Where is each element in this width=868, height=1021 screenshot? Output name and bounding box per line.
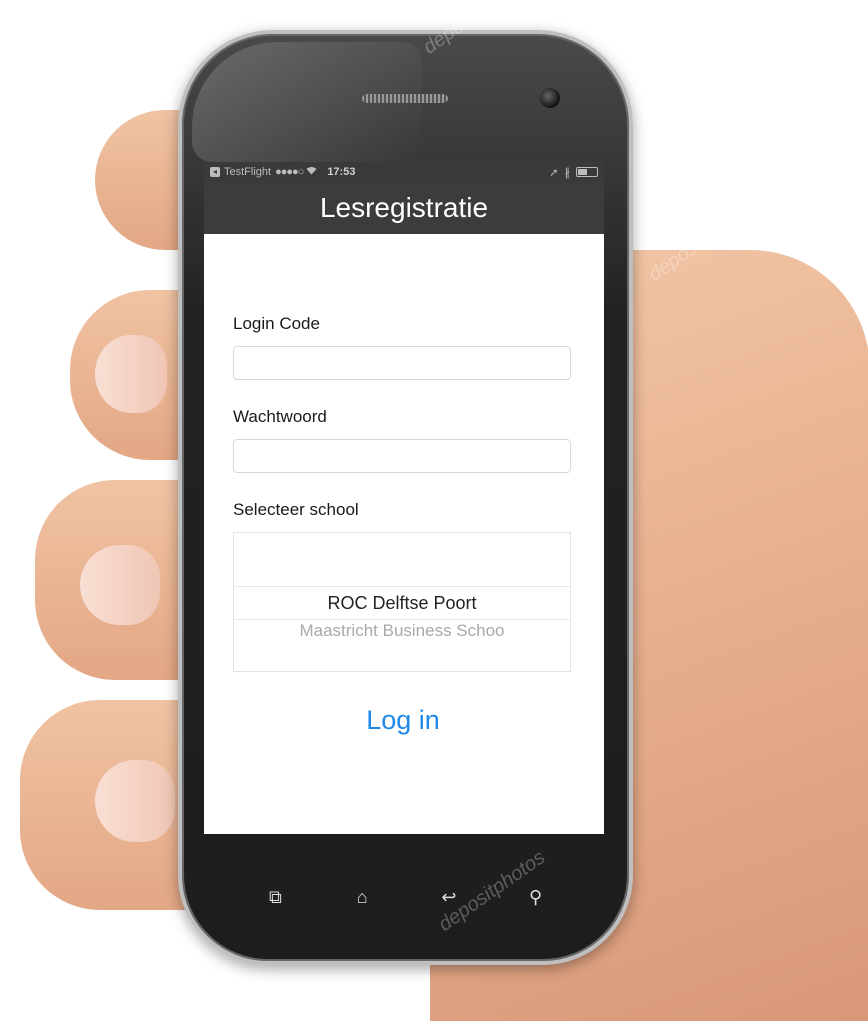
recent-apps-icon[interactable]: ⧉ [260,887,290,908]
signal-icon: ●●●●○ [275,166,304,178]
back-icon[interactable]: ↩ [434,887,464,908]
status-app-name: TestFlight [224,166,272,178]
nav-bar: Lesregistratie [204,182,604,234]
location-icon: ➚ [549,166,559,179]
app-screen: ◂ TestFlight ●●●●○ 17:53 ➚ ∦ Lesregistra… [204,162,604,834]
phone-device: ◂ TestFlight ●●●●○ 17:53 ➚ ∦ Lesregistra… [178,30,633,965]
status-bar: ◂ TestFlight ●●●●○ 17:53 ➚ ∦ [204,162,604,182]
wifi-icon [306,166,317,178]
search-icon[interactable]: ⚲ [521,887,551,908]
login-form: Login Code Wachtwoord Selecteer school R… [204,234,604,737]
school-picker-option[interactable]: Maastricht Business Schoo [234,619,570,643]
front-camera [540,88,560,108]
status-time: 17:53 [327,166,356,178]
school-picker[interactable]: ROC Delftse Poort Maastricht Business Sc… [233,532,571,672]
fingernail [80,545,160,625]
bluetooth-icon: ∦ [564,166,571,179]
password-input[interactable] [233,439,571,473]
battery-icon [576,167,598,177]
school-picker-selected[interactable]: ROC Delftse Poort [234,586,570,620]
login-code-input[interactable] [233,346,571,380]
back-to-app-icon: ◂ [210,167,220,177]
fingernail [95,335,167,413]
fingernail [95,760,175,842]
status-app: ◂ TestFlight [210,166,271,178]
home-icon[interactable]: ⌂ [347,887,377,908]
password-label: Wachtwoord [233,407,327,426]
status-right: ➚ ∦ [549,166,598,179]
login-code-label: Login Code [233,314,320,333]
school-label: Selecteer school [233,500,359,519]
hardware-keys: ⧉ ⌂ ↩ ⚲ [182,872,629,922]
login-button[interactable]: Log in [360,704,446,737]
speaker-grille [362,94,448,103]
page-title: Lesregistratie [319,192,489,223]
